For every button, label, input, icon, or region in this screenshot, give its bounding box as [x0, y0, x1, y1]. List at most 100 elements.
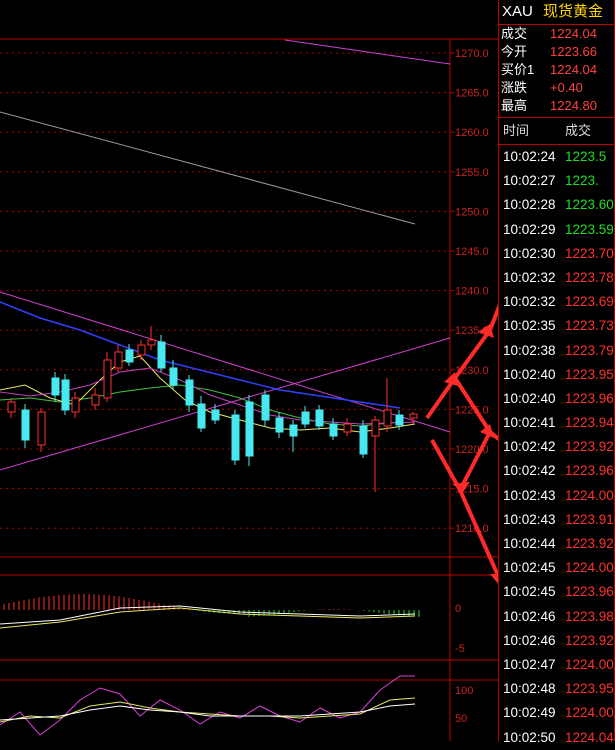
tick-time: 10:02:29	[503, 221, 556, 237]
tick-time: 10:02:45	[503, 584, 556, 600]
tick-row[interactable]: 10:02:45 1224.00	[499, 556, 614, 580]
candle-body	[275, 417, 284, 433]
ticks-header: 时间 成交	[499, 117, 614, 145]
chart-canvas[interactable]: 1270.0 1265.0 1260.0 1255.0 1250.0 1245.0 1240…	[0, 0, 612, 741]
tick-row[interactable]: 10:02:46 1223.92	[499, 629, 614, 653]
tick-price: 1224.00	[565, 487, 614, 503]
quote-value: +0.40	[550, 80, 583, 95]
macd-axis-label: -5	[455, 643, 465, 655]
candle-body	[103, 359, 112, 399]
quote-label: 买价1	[501, 62, 535, 77]
candle-body	[261, 394, 270, 421]
tick-price: 1223.78	[565, 269, 614, 285]
tick-time: 10:02:41	[503, 415, 556, 431]
tick-price: 1223.91	[565, 511, 614, 527]
tick-time: 10:02:42	[503, 439, 556, 455]
tick-price: 1223.	[565, 173, 599, 189]
candle-body	[114, 351, 123, 369]
instrument-header: XAU 现货黄金	[499, 0, 614, 25]
tick-row[interactable]: 10:02:38 1223.79	[499, 339, 614, 363]
price-axis-label: 1260.0	[455, 127, 489, 139]
tick-row[interactable]: 10:02:47 1224.00	[499, 653, 614, 677]
tick-row[interactable]: 10:02:46 1223.98	[499, 605, 614, 629]
candle-body	[315, 409, 324, 427]
symbol-code: XAU	[502, 3, 533, 20]
tick-row[interactable]: 10:02:32 1223.69	[499, 290, 614, 314]
candle-body	[289, 424, 298, 437]
tick-row[interactable]: 10:02:35 1223.73	[499, 314, 614, 338]
candle-body	[211, 409, 220, 421]
quote-value: 1224.04	[550, 62, 597, 77]
candle-body	[383, 409, 392, 427]
candle-body	[21, 409, 30, 441]
instrument-name: 现货黄金	[543, 3, 604, 20]
tick-price: 1224.00	[565, 705, 614, 721]
quote-label: 最高	[501, 98, 528, 113]
tick-row[interactable]: 10:02:30 1223.70	[499, 242, 614, 266]
price-axis-label: 1240.0	[455, 286, 489, 298]
tick-time: 10:02:50	[503, 729, 556, 745]
quote-label: 涨跌	[501, 80, 528, 95]
tick-row[interactable]: 10:02:41 1223.94	[499, 411, 614, 435]
quote-row: 涨跌 +0.40	[499, 79, 614, 97]
tick-row[interactable]: 10:02:28 1223.60	[499, 193, 614, 217]
tick-row[interactable]: 10:02:43 1223.91	[499, 508, 614, 532]
tick-time: 10:02:40	[503, 366, 556, 382]
tick-price: 1223.94	[565, 415, 614, 431]
tick-time: 10:02:35	[503, 318, 556, 334]
tick-row[interactable]: 10:02:44 1223.92	[499, 532, 614, 556]
tick-price: 1223.92	[565, 439, 614, 455]
tick-price: 1224.00	[565, 656, 614, 672]
price-axis-label: 1245.0	[455, 246, 489, 258]
tick-row[interactable]: 10:02:50 1224.04	[499, 726, 614, 750]
tick-time: 10:02:45	[503, 560, 556, 576]
tick-row[interactable]: 10:02:32 1223.78	[499, 266, 614, 290]
price-axis-label: 1265.0	[455, 88, 489, 100]
tick-row[interactable]: 10:02:49 1224.00	[499, 701, 614, 725]
tick-time: 10:02:32	[503, 294, 556, 310]
quote-value: 1224.80	[550, 98, 597, 113]
tick-price: 1224.00	[565, 560, 614, 576]
tick-time: 10:02:44	[503, 536, 556, 551]
tick-row[interactable]: 10:02:24 1223.5	[499, 145, 614, 169]
quote-panel: XAU 现货黄金 成交 1224.04 今开 1223.66 买价1 1224.04 涨跌 +…	[498, 0, 615, 745]
price-axis-label: 1255.0	[455, 167, 489, 179]
candle-body	[71, 397, 80, 413]
candle-body	[231, 414, 240, 461]
candle-body	[371, 419, 380, 437]
price-chart[interactable]: 1270.0 1265.0 1260.0 1255.0 1250.0 1245.0 1240…	[0, 0, 612, 741]
tick-row[interactable]: 10:02:40 1223.96	[499, 387, 614, 411]
quote-label: 今开	[501, 44, 528, 59]
quote-label: 成交	[501, 26, 528, 41]
price-axis-label: 1210.0	[455, 523, 489, 535]
tick-row[interactable]: 10:02:29 1223.59	[499, 218, 614, 242]
quote-row: 成交 1224.04	[499, 25, 614, 43]
tick-price: 1223.96	[565, 584, 614, 600]
tick-row[interactable]: 10:02:40 1223.95	[499, 363, 614, 387]
tick-row[interactable]: 10:02:27 1223.	[499, 169, 614, 193]
tick-time: 10:02:46	[503, 632, 556, 648]
tick-list[interactable]: 10:02:24 1223.5 10:02:27 1223. 10:02:28 1223.…	[499, 145, 614, 750]
tick-price: 1223.96	[565, 463, 614, 479]
tick-time: 10:02:32	[503, 269, 556, 285]
quote-value: 1223.66	[550, 44, 597, 59]
quote-summary: 成交 1224.04 今开 1223.66 买价1 1224.04 涨跌 +0.40 最高 122…	[499, 25, 614, 115]
tick-row[interactable]: 10:02:42 1223.96	[499, 459, 614, 483]
tick-time: 10:02:27	[503, 173, 556, 189]
candle-body	[61, 379, 70, 411]
kdj-axis-label: 100	[455, 685, 473, 697]
candle-body	[185, 379, 194, 406]
tick-time: 10:02:43	[503, 487, 556, 503]
candle-body	[197, 403, 206, 429]
quote-value: 1224.04	[550, 26, 597, 41]
tick-row[interactable]: 10:02:42 1223.92	[499, 435, 614, 459]
tick-price: 1223.60	[565, 197, 614, 213]
tick-row[interactable]: 10:02:45 1223.96	[499, 580, 614, 604]
tick-row[interactable]: 10:02:43 1224.00	[499, 484, 614, 508]
tick-time: 10:02:47	[503, 656, 556, 672]
tick-price: 1223.98	[565, 608, 614, 624]
tick-price: 1223.92	[565, 632, 614, 648]
kdj-axis-label: 50	[455, 713, 467, 725]
tick-row[interactable]: 10:02:48 1223.95	[499, 677, 614, 701]
candle-body	[91, 394, 100, 406]
